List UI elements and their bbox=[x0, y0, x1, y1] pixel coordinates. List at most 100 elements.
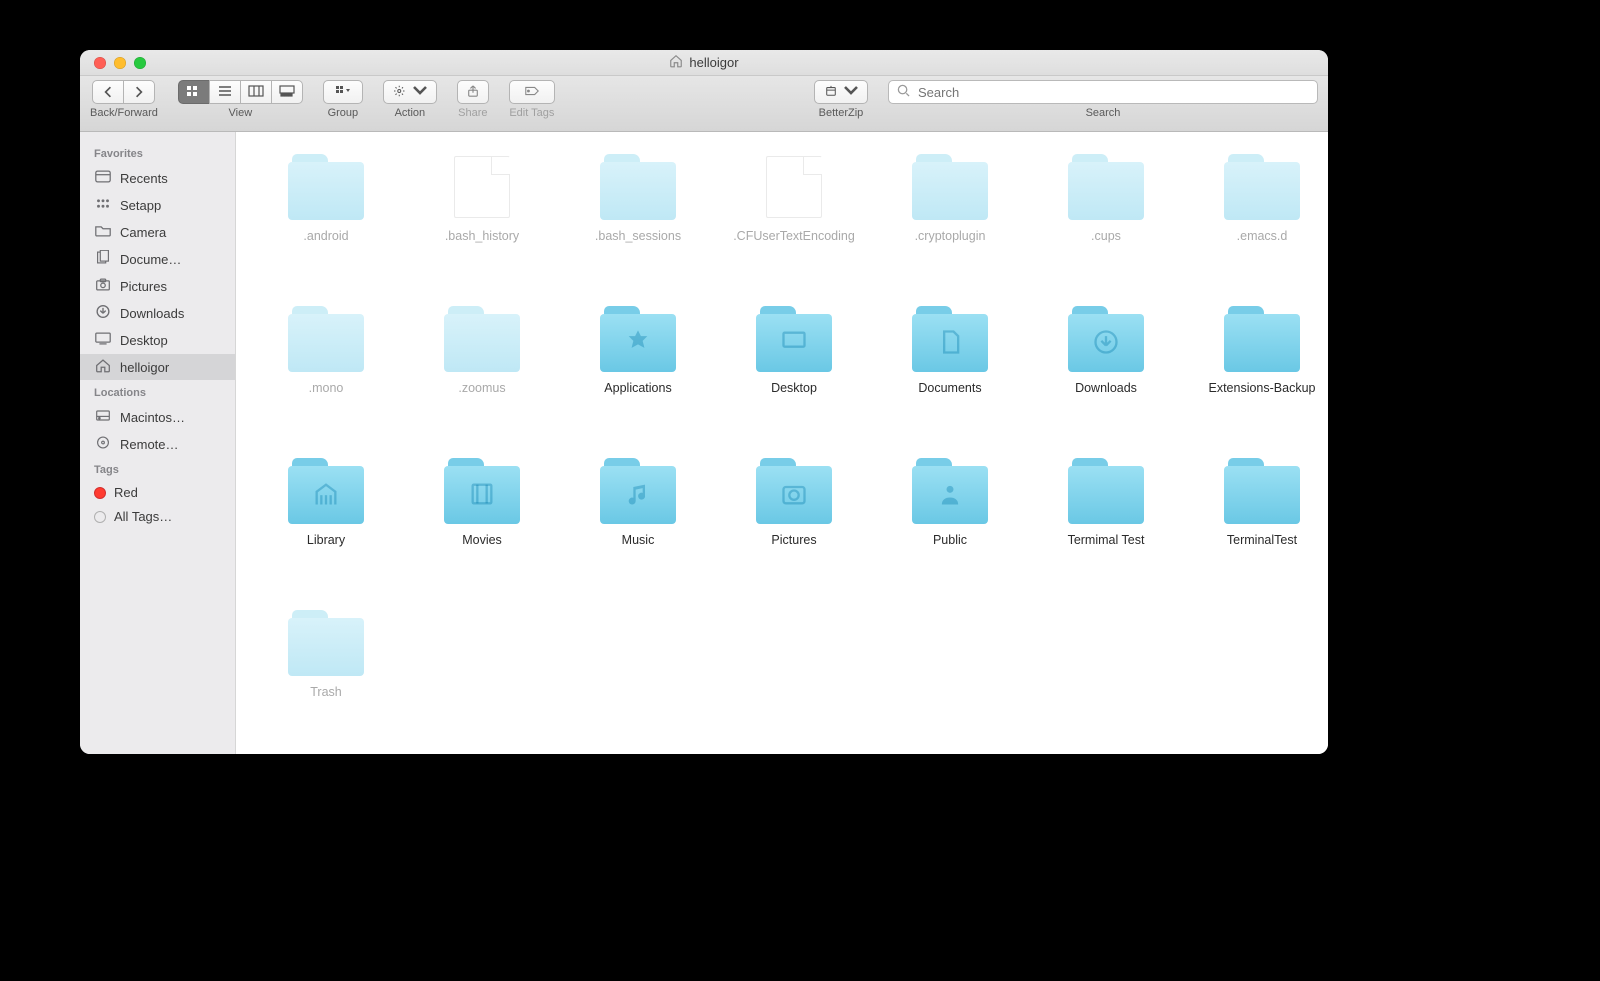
chevron-down-icon bbox=[412, 85, 428, 100]
file-item[interactable]: .mono bbox=[256, 302, 396, 442]
file-label: Desktop bbox=[771, 380, 817, 396]
file-label: Movies bbox=[462, 532, 502, 548]
folder-icon bbox=[912, 458, 988, 524]
sidebar-item-setapp[interactable]: Setapp bbox=[80, 192, 235, 218]
file-item[interactable]: .zoomus bbox=[412, 302, 552, 442]
file-item[interactable]: Trash bbox=[256, 606, 396, 746]
sidebar-item-macintos-[interactable]: Macintos… bbox=[80, 404, 235, 430]
view-list-button[interactable] bbox=[209, 80, 241, 104]
file-item[interactable]: TerminalTest bbox=[1192, 454, 1328, 594]
sidebar-item-camera[interactable]: Camera bbox=[80, 219, 235, 245]
file-item[interactable]: Music bbox=[568, 454, 708, 594]
sidebar-item-red[interactable]: Red bbox=[80, 481, 235, 504]
sidebar-item-label: helloigor bbox=[120, 360, 169, 375]
view-gallery-button[interactable] bbox=[271, 80, 303, 104]
edit-tags-button[interactable] bbox=[509, 80, 555, 104]
nav-label: Back/Forward bbox=[90, 107, 158, 119]
sidebar-item-all-tags-[interactable]: All Tags… bbox=[80, 505, 235, 528]
file-label: TerminalTest bbox=[1227, 532, 1297, 548]
file-label: Pictures bbox=[771, 532, 816, 548]
zoom-button[interactable] bbox=[134, 57, 146, 69]
file-item[interactable]: .cryptoplugin bbox=[880, 150, 1020, 290]
sidebar-item-label: Setapp bbox=[120, 198, 161, 213]
file-item[interactable]: .bash_sessions bbox=[568, 150, 708, 290]
share-group: Share bbox=[457, 80, 489, 119]
sidebar-section-tags: Tags bbox=[80, 458, 235, 480]
file-item[interactable]: Library bbox=[256, 454, 396, 594]
file-label: Downloads bbox=[1075, 380, 1137, 396]
window-title-text: helloigor bbox=[689, 55, 738, 70]
view-icon-button[interactable] bbox=[178, 80, 210, 104]
toolbar: Back/Forward bbox=[80, 76, 1328, 132]
sidebar-item-label: Macintos… bbox=[120, 410, 185, 425]
library-glyph-icon bbox=[312, 480, 340, 511]
sidebar-item-label: Pictures bbox=[120, 279, 167, 294]
folder-icon bbox=[1224, 306, 1300, 372]
file-item[interactable]: .bash_history bbox=[412, 150, 552, 290]
file-item[interactable]: .CFUserTextEncoding bbox=[724, 150, 864, 290]
gear-icon bbox=[392, 85, 408, 100]
search-input[interactable] bbox=[916, 84, 1309, 101]
setapp-icon bbox=[94, 196, 112, 214]
file-item[interactable]: Extensions-Backup bbox=[1192, 302, 1328, 442]
action-button[interactable] bbox=[383, 80, 437, 104]
back-button[interactable] bbox=[92, 80, 124, 104]
tag-dot-icon bbox=[94, 511, 106, 523]
search-label: Search bbox=[1086, 107, 1121, 119]
folder-icon bbox=[912, 154, 988, 220]
sidebar-item-docume-[interactable]: Docume… bbox=[80, 246, 235, 272]
file-item[interactable]: .emacs.d bbox=[1192, 150, 1328, 290]
sidebar-item-recents[interactable]: Recents bbox=[80, 165, 235, 191]
folder-icon bbox=[756, 306, 832, 372]
file-label: Extensions-Backup bbox=[1208, 380, 1315, 396]
action-group: Action bbox=[383, 80, 437, 119]
sidebar-item-desktop[interactable]: Desktop bbox=[80, 327, 235, 353]
archive-icon bbox=[823, 85, 839, 100]
file-item[interactable]: Public bbox=[880, 454, 1020, 594]
sidebar-item-label: Downloads bbox=[120, 306, 184, 321]
folder-icon bbox=[600, 306, 676, 372]
sidebar-item-label: All Tags… bbox=[114, 509, 172, 524]
nav-group: Back/Forward bbox=[90, 80, 158, 119]
folder-icon bbox=[756, 458, 832, 524]
hdd-icon bbox=[94, 408, 112, 426]
file-item[interactable]: .cups bbox=[1036, 150, 1176, 290]
betterzip-button[interactable] bbox=[814, 80, 868, 104]
search-field[interactable] bbox=[888, 80, 1318, 104]
file-item[interactable]: .android bbox=[256, 150, 396, 290]
doc-glyph-icon bbox=[936, 328, 964, 359]
file-label: Documents bbox=[918, 380, 981, 396]
list-view-icon bbox=[217, 85, 233, 100]
public-glyph-icon bbox=[936, 480, 964, 511]
sidebar-item-downloads[interactable]: Downloads bbox=[80, 300, 235, 326]
file-label: Trash bbox=[310, 684, 342, 700]
sidebar-item-helloigor[interactable]: helloigor bbox=[80, 354, 235, 380]
file-item[interactable]: Termimal Test bbox=[1036, 454, 1176, 594]
forward-button[interactable] bbox=[123, 80, 155, 104]
sidebar-item-pictures[interactable]: Pictures bbox=[80, 273, 235, 299]
view-label: View bbox=[229, 107, 253, 119]
view-column-button[interactable] bbox=[240, 80, 272, 104]
close-button[interactable] bbox=[94, 57, 106, 69]
search-group: Search bbox=[888, 80, 1318, 119]
sidebar-item-label: Remote… bbox=[120, 437, 179, 452]
folder-icon bbox=[1068, 154, 1144, 220]
file-label: .android bbox=[303, 228, 348, 244]
desktop-icon bbox=[94, 331, 112, 349]
minimize-button[interactable] bbox=[114, 57, 126, 69]
betterzip-label: BetterZip bbox=[819, 107, 864, 119]
file-item[interactable]: Desktop bbox=[724, 302, 864, 442]
sidebar-item-remote-[interactable]: Remote… bbox=[80, 431, 235, 457]
file-item[interactable]: Movies bbox=[412, 454, 552, 594]
window-controls bbox=[80, 57, 146, 69]
file-grid[interactable]: .android .bash_history.bash_sessions.CFUs… bbox=[236, 132, 1328, 754]
file-item[interactable]: Applications bbox=[568, 302, 708, 442]
share-button[interactable] bbox=[457, 80, 489, 104]
file-label: .cups bbox=[1091, 228, 1121, 244]
file-item[interactable]: Downloads bbox=[1036, 302, 1176, 442]
group-button[interactable] bbox=[323, 80, 363, 104]
group-group: Group bbox=[323, 80, 363, 119]
file-item[interactable]: Documents bbox=[880, 302, 1020, 442]
file-label: Music bbox=[622, 532, 655, 548]
file-item[interactable]: Pictures bbox=[724, 454, 864, 594]
